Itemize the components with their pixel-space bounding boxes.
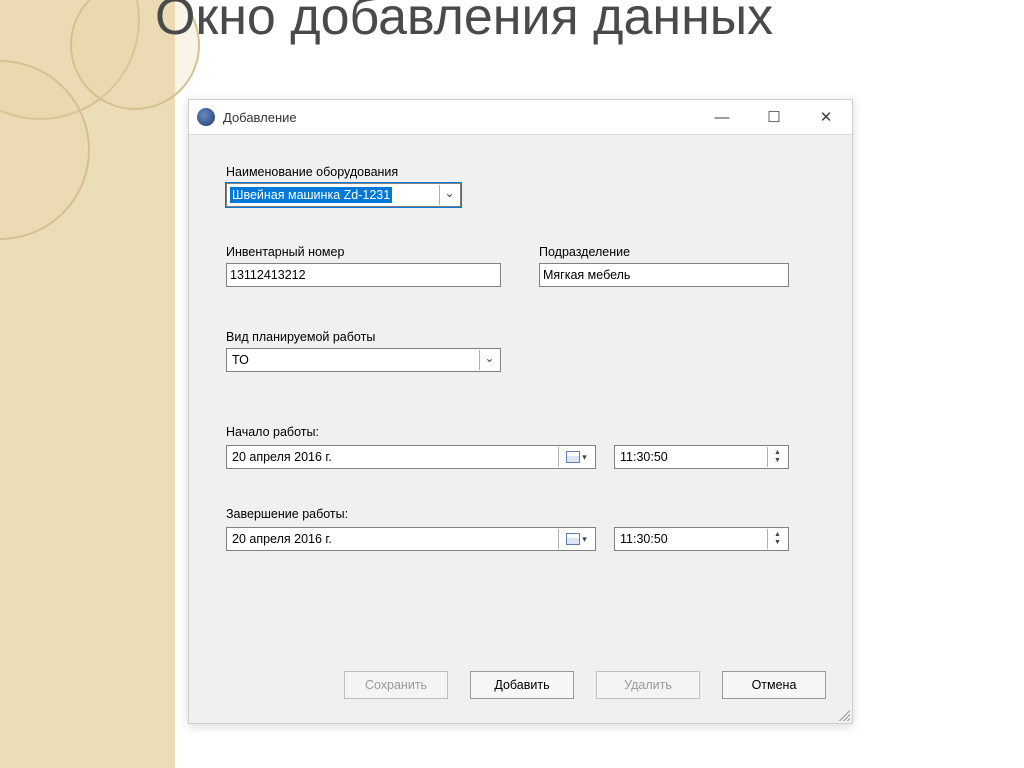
start-time-picker[interactable]: 11:30:50 [614,445,789,469]
work-type-value: ТО [230,353,249,367]
window-controls: — ☐ ✕ [696,100,852,134]
app-icon [197,108,215,126]
calendar-icon[interactable] [558,529,594,549]
maximize-button[interactable]: ☐ [748,100,800,134]
finish-date-value: 20 апреля 2016 г. [230,532,332,546]
finish-label: Завершение работы: [226,507,348,521]
equipment-name-label: Наименование оборудования [226,165,461,179]
add-button[interactable]: Добавить [470,671,574,699]
finish-time-picker[interactable]: 11:30:50 [614,527,789,551]
delete-button[interactable]: Удалить [596,671,700,699]
inventory-number-label: Инвентарный номер [226,245,501,259]
department-label: Подразделение [539,245,789,259]
window-title: Добавление [223,110,297,125]
close-button[interactable]: ✕ [800,100,852,134]
department-field[interactable]: Мягкая мебель [539,263,789,287]
work-type-combo[interactable]: ТО [226,348,501,372]
time-spinner-icon[interactable] [767,529,787,549]
time-spinner-icon[interactable] [767,447,787,467]
resize-grip-icon[interactable] [836,707,850,721]
department-value: Мягкая мебель [543,268,630,282]
equipment-name-combo[interactable]: Швейная машинка Zd-1231 [226,183,461,207]
start-date-value: 20 апреля 2016 г. [230,450,332,464]
start-time-value: 11:30:50 [618,450,668,464]
start-label: Начало работы: [226,425,319,439]
dialog-buttons: Сохранить Добавить Удалить Отмена [344,671,826,699]
add-data-window: Добавление — ☐ ✕ Наименование оборудован… [188,99,853,724]
calendar-icon[interactable] [558,447,594,467]
slide-title: Окно добавления данных [155,0,773,45]
chevron-down-icon[interactable] [479,350,499,370]
titlebar[interactable]: Добавление — ☐ ✕ [189,100,852,134]
finish-time-value: 11:30:50 [618,532,668,546]
inventory-number-value: 13112413212 [230,268,306,282]
inventory-number-field[interactable]: 13112413212 [226,263,501,287]
finish-date-picker[interactable]: 20 апреля 2016 г. [226,527,596,551]
start-date-picker[interactable]: 20 апреля 2016 г. [226,445,596,469]
equipment-name-value: Швейная машинка Zd-1231 [230,187,392,203]
client-area: Наименование оборудования Швейная машинк… [189,134,852,723]
work-type-label: Вид планируемой работы [226,330,501,344]
cancel-button[interactable]: Отмена [722,671,826,699]
save-button[interactable]: Сохранить [344,671,448,699]
chevron-down-icon[interactable] [439,185,459,205]
minimize-button[interactable]: — [696,100,748,134]
